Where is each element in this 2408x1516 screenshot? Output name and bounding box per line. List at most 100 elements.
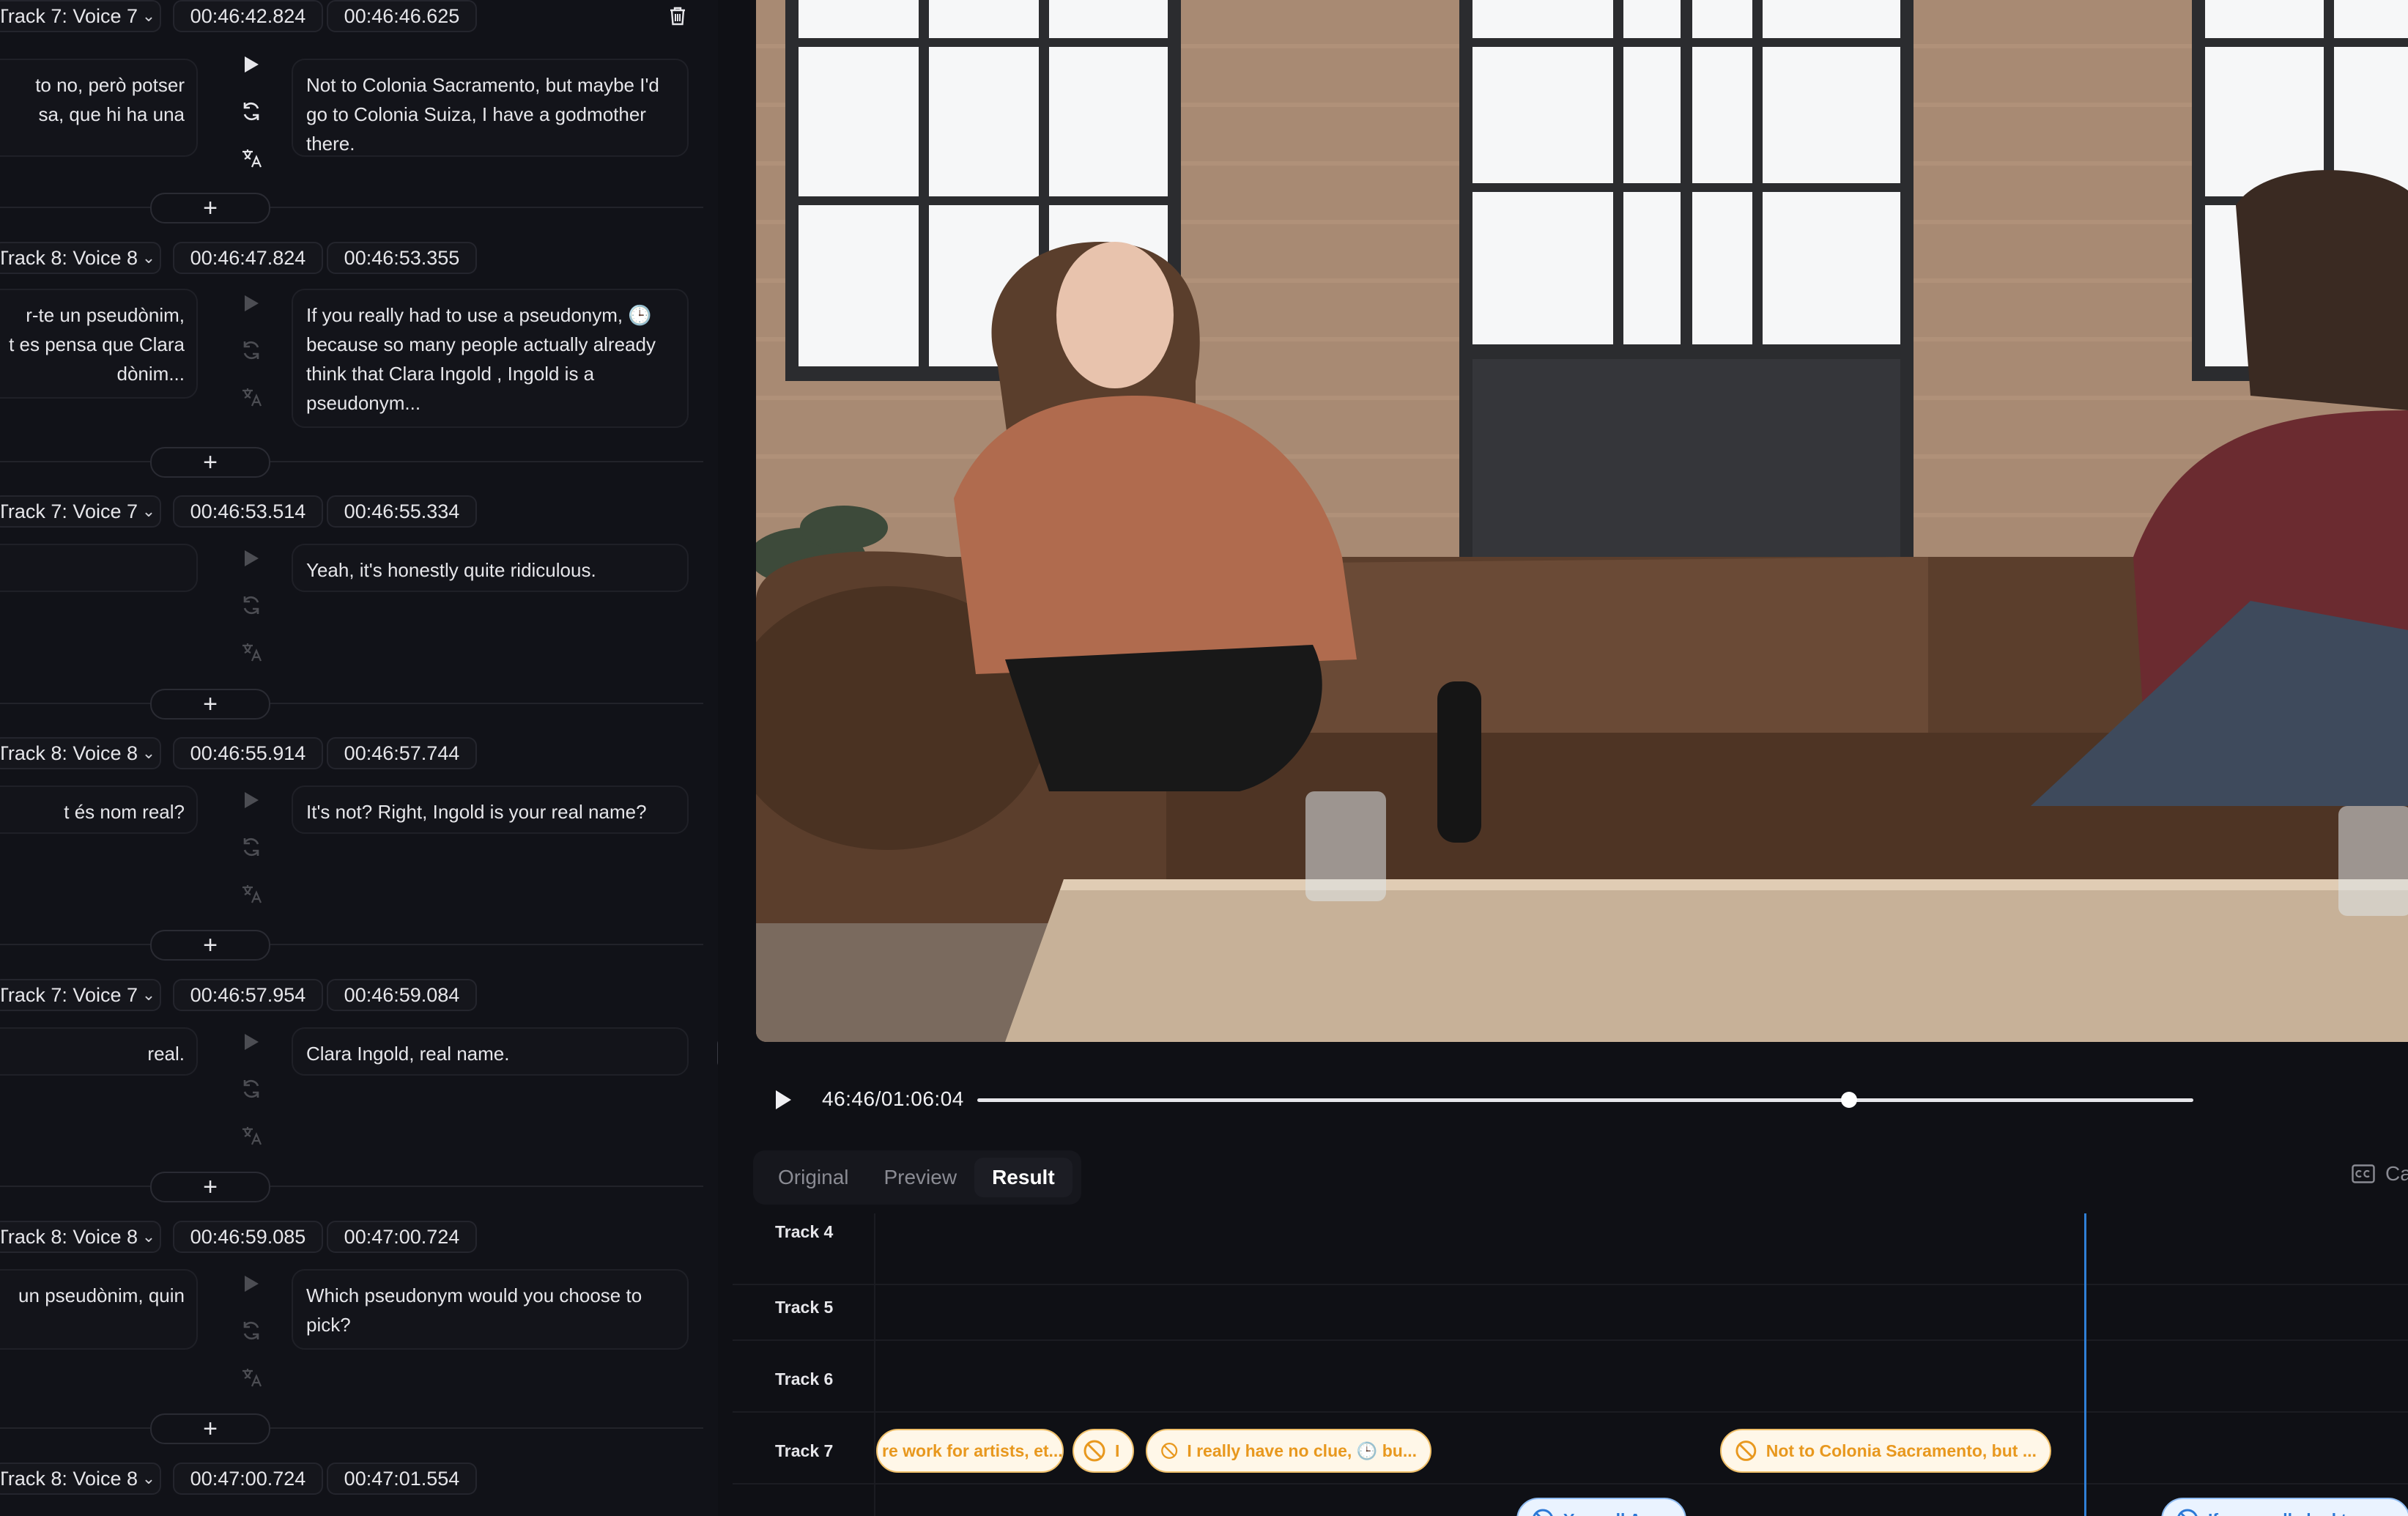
play-icon[interactable]	[233, 535, 270, 582]
muted-icon	[1735, 1441, 1757, 1461]
translate-icon[interactable]	[233, 135, 270, 182]
captions-button[interactable]: Ca	[2352, 1162, 2408, 1186]
source-line: t es pensa que Clara	[9, 333, 185, 355]
divider	[0, 1427, 703, 1429]
end-time-field[interactable]: 00:46:59.084	[327, 979, 477, 1011]
play-icon[interactable]	[233, 777, 270, 824]
clip-label: I	[1115, 1441, 1120, 1460]
translation-text-box[interactable]: Yeah, it's honestly quite ridiculous.	[292, 544, 689, 592]
timeline-clip[interactable]: re work for artists, et...	[876, 1429, 1064, 1473]
end-time-field[interactable]: 00:46:53.355	[327, 242, 477, 274]
playhead[interactable]	[2084, 1213, 2086, 1516]
divider	[0, 1186, 703, 1187]
translation-text-box[interactable]: It's not? Right, Ingold is your real nam…	[292, 785, 689, 834]
divider	[0, 703, 703, 704]
translation-text-box[interactable]: Which pseudonym would you choose to pick…	[292, 1269, 689, 1350]
regenerate-icon[interactable]	[233, 1307, 270, 1354]
regenerate-icon[interactable]	[233, 1065, 270, 1112]
track-voice-select[interactable]: Track 8: Voice 8 ⌄	[0, 737, 161, 769]
video-preview[interactable]	[756, 0, 2408, 1042]
regenerate-icon[interactable]	[233, 824, 270, 870]
tab-result[interactable]: Result	[974, 1158, 1073, 1197]
add-segment-button[interactable]: +	[150, 689, 270, 720]
play-icon[interactable]	[233, 41, 270, 88]
add-segment-button[interactable]: +	[150, 1413, 270, 1444]
track-voice-select[interactable]: Track 8: Voice 8 ⌄	[0, 242, 161, 274]
source-text-box[interactable]: r-te un pseudònim, t es pensa que Clara …	[0, 289, 198, 399]
source-line: sa, que hi ha una	[38, 103, 185, 125]
add-segment-button[interactable]: +	[150, 1172, 270, 1202]
seek-handle[interactable]	[1841, 1092, 1858, 1108]
translate-icon[interactable]	[233, 1354, 270, 1401]
source-line: un pseudònim, quin	[18, 1284, 185, 1306]
track-voice-select[interactable]: Track 8: Voice 8 ⌄	[0, 1221, 161, 1253]
end-time-field[interactable]: 00:47:01.554	[327, 1463, 477, 1495]
start-time-field[interactable]: 00:46:55.914	[173, 737, 323, 769]
muted-icon	[1533, 1509, 1553, 1516]
end-time-field[interactable]: 00:46:55.334	[327, 495, 477, 528]
start-time-field[interactable]: 00:46:57.954	[173, 979, 323, 1011]
timeline-clip[interactable]: If you really had to...	[2161, 1498, 2408, 1516]
seek-track[interactable]	[977, 1098, 2193, 1102]
add-segment-button[interactable]: +	[150, 193, 270, 223]
segment-controls	[233, 535, 270, 676]
start-time-field[interactable]: 00:46:59.085	[173, 1221, 323, 1253]
translate-icon[interactable]	[233, 629, 270, 676]
segment-controls	[233, 280, 270, 421]
track-voice-select[interactable]: Track 7: Voice 7 ⌄	[0, 0, 161, 32]
muted-icon	[2177, 1509, 2198, 1516]
translate-icon[interactable]	[233, 1112, 270, 1159]
start-time-field[interactable]: 00:46:47.824	[173, 242, 323, 274]
regenerate-icon[interactable]	[233, 582, 270, 629]
chevron-down-icon: ⌄	[141, 1227, 156, 1246]
tab-preview[interactable]: Preview	[866, 1158, 974, 1197]
trash-icon[interactable]	[663, 1, 692, 31]
regenerate-icon[interactable]	[233, 327, 270, 374]
video-frame-illustration	[756, 0, 2408, 1042]
track-voice-select[interactable]: Track 7: Voice 7 ⌄	[0, 979, 161, 1011]
clip-label: Not to Colonia Sacramento, but ...	[1766, 1441, 2037, 1460]
timeline-clip[interactable]: Not to Colonia Sacramento, but ...	[1720, 1429, 2051, 1473]
source-text-box[interactable]: t és nom real?	[0, 785, 198, 834]
track-voice-label: Track 8: Voice 8	[1, 246, 138, 269]
muted-icon	[1161, 1442, 1178, 1460]
add-segment-button[interactable]: +	[150, 930, 270, 961]
source-text-box[interactable]: real.	[0, 1027, 198, 1076]
timeline-track-row: Track 5	[733, 1269, 2408, 1341]
start-time-field[interactable]: 00:46:53.514	[173, 495, 323, 528]
timeline-clip[interactable]: Y... r... ll A...	[1516, 1498, 1686, 1516]
add-segment-row: +	[0, 1409, 703, 1446]
translate-icon[interactable]	[233, 374, 270, 421]
track-voice-select[interactable]: Track 8: Voice 8 ⌄	[0, 1463, 161, 1495]
play-icon[interactable]	[774, 1089, 793, 1114]
source-line: r-te un pseudònim,	[26, 304, 185, 326]
captions-label: Ca	[2385, 1162, 2408, 1185]
tab-original[interactable]: Original	[760, 1158, 866, 1197]
chevron-down-icon: ⌄	[141, 248, 156, 267]
source-text-box[interactable]: to no, però potser sa, que hi ha una	[0, 59, 198, 157]
track-voice-select[interactable]: Track 7: Voice 7 ⌄	[0, 495, 161, 528]
source-text-box[interactable]	[0, 544, 198, 592]
scrollbar-thumb[interactable]	[717, 1039, 718, 1067]
play-icon[interactable]	[233, 1018, 270, 1065]
track-voice-label: Track 7: Voice 7	[1, 4, 138, 27]
clip-label: Y... r... ll A...	[1563, 1510, 1656, 1516]
segment-controls	[233, 1018, 270, 1159]
end-time-field[interactable]: 00:46:46.625	[327, 0, 477, 32]
timeline-clip[interactable]: I	[1073, 1429, 1134, 1473]
translate-icon[interactable]	[233, 870, 270, 917]
timeline-clip[interactable]: I really have no clue, 🕒 bu...	[1146, 1429, 1431, 1473]
start-time-field[interactable]: 00:47:00.724	[173, 1463, 323, 1495]
chevron-down-icon: ⌄	[141, 1469, 156, 1487]
translation-text-box[interactable]: If you really had to use a pseudonym, 🕒 …	[292, 289, 689, 428]
add-segment-button[interactable]: +	[150, 447, 270, 478]
translation-text-box[interactable]: Not to Colonia Sacramento, but maybe I'd…	[292, 59, 689, 157]
translation-text-box[interactable]: Clara Ingold, real name.	[292, 1027, 689, 1076]
end-time-field[interactable]: 00:47:00.724	[327, 1221, 477, 1253]
source-text-box[interactable]: un pseudònim, quin	[0, 1269, 198, 1350]
play-icon[interactable]	[233, 1260, 270, 1307]
regenerate-icon[interactable]	[233, 88, 270, 135]
start-time-field[interactable]: 00:46:42.824	[173, 0, 323, 32]
end-time-field[interactable]: 00:46:57.744	[327, 737, 477, 769]
play-icon[interactable]	[233, 280, 270, 327]
